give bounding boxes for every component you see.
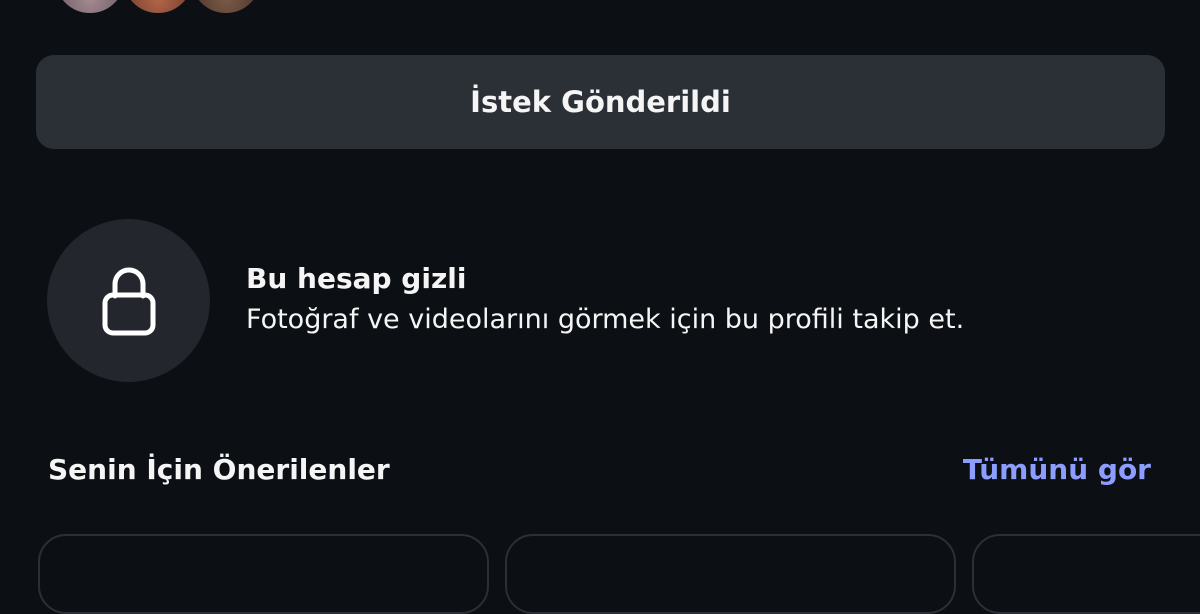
private-account-title: Bu hesap gizli bbox=[246, 262, 467, 295]
avatar bbox=[188, 0, 264, 16]
private-account-description: Fotoğraf ve videolarını görmek için bu p… bbox=[246, 304, 965, 335]
suggestion-card[interactable] bbox=[38, 534, 489, 614]
request-sent-button[interactable]: İstek Gönderildi bbox=[36, 55, 1165, 149]
avatar bbox=[52, 0, 128, 16]
suggestion-card[interactable] bbox=[972, 534, 1200, 614]
lock-icon bbox=[101, 262, 157, 340]
see-all-link[interactable]: Tümünü gör bbox=[963, 453, 1151, 486]
suggestion-card[interactable] bbox=[505, 534, 956, 614]
mutual-followers-avatars[interactable] bbox=[52, 0, 292, 20]
lock-icon-container bbox=[47, 219, 210, 382]
suggestions-heading: Senin İçin Önerilenler bbox=[48, 453, 390, 486]
avatar bbox=[120, 0, 196, 16]
